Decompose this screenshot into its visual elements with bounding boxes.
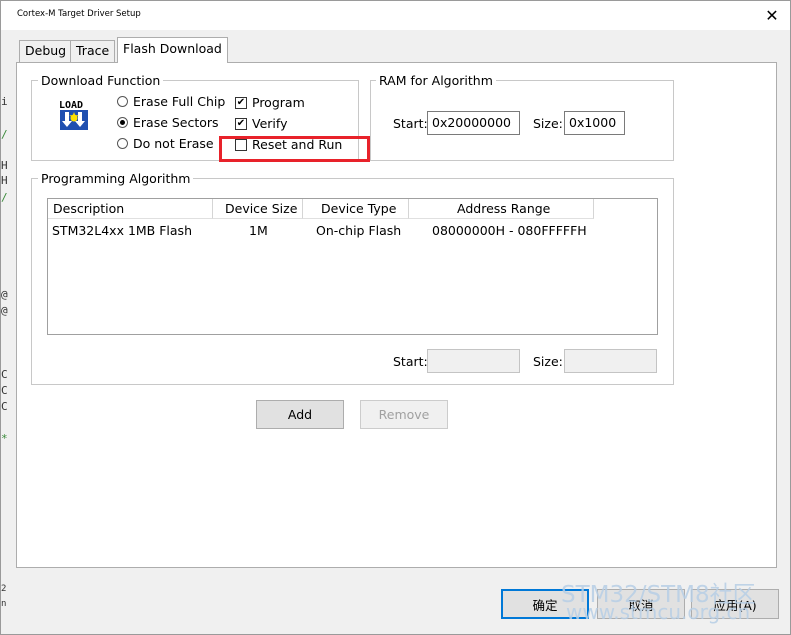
- column-header-device-type[interactable]: Device Type: [303, 199, 409, 219]
- title-bar: Cortex-M Target Driver Setup ✕: [1, 1, 790, 30]
- programming-algorithm-legend: Programming Algorithm: [38, 171, 194, 186]
- row-device-size: 1M: [249, 223, 268, 238]
- highlight-box: [219, 136, 370, 162]
- add-button[interactable]: Add: [256, 400, 344, 429]
- background-text: /: [1, 128, 8, 141]
- background-text: @: [1, 288, 8, 301]
- table-row[interactable]: STM32L4xx 1MB Flash 1M On-chip Flash 080…: [48, 221, 657, 240]
- row-description: STM32L4xx 1MB Flash: [52, 223, 192, 238]
- algorithm-start-input[interactable]: [427, 349, 520, 373]
- tab-flash-download[interactable]: Flash Download: [117, 37, 228, 63]
- erase-sectors-label[interactable]: Erase Sectors: [133, 115, 219, 130]
- row-device-type: On-chip Flash: [316, 223, 402, 238]
- download-function-legend: Download Function: [38, 73, 164, 88]
- background-text: 2: [1, 584, 7, 594]
- check-mark-icon: ✔: [236, 97, 246, 108]
- ram-start-input[interactable]: 0x20000000: [427, 111, 520, 135]
- background-text: /: [1, 191, 8, 204]
- program-label[interactable]: Program: [252, 95, 305, 110]
- close-button[interactable]: ✕: [761, 4, 783, 26]
- erase-full-chip-radio[interactable]: [117, 96, 128, 107]
- background-text: i: [1, 95, 8, 108]
- erase-sectors-radio[interactable]: [117, 117, 128, 128]
- column-header-address-range[interactable]: Address Range: [409, 199, 594, 219]
- window-title: Cortex-M Target Driver Setup: [17, 9, 141, 19]
- background-text: H: [1, 159, 8, 172]
- ram-size-label: Size:: [533, 116, 563, 131]
- ram-for-algorithm-legend: RAM for Algorithm: [376, 73, 496, 88]
- dialog-window: Cortex-M Target Driver Setup ✕ i / H H /…: [0, 0, 791, 635]
- background-text: C: [1, 384, 8, 397]
- verify-label[interactable]: Verify: [252, 116, 287, 131]
- do-not-erase-label[interactable]: Do not Erase: [133, 136, 214, 151]
- remove-button[interactable]: Remove: [360, 400, 448, 429]
- erase-full-chip-label[interactable]: Erase Full Chip: [133, 94, 225, 109]
- background-text: *: [1, 432, 8, 445]
- tab-debug[interactable]: Debug: [19, 40, 73, 62]
- algorithm-size-label: Size:: [533, 354, 563, 369]
- column-header-device-size[interactable]: Device Size: [213, 199, 303, 219]
- close-icon: ✕: [765, 5, 779, 25]
- algorithm-list[interactable]: Description Device Size Device Type Addr…: [47, 198, 658, 335]
- background-text: C: [1, 368, 8, 381]
- background-text: n: [1, 599, 7, 609]
- background-text: H: [1, 174, 8, 187]
- tab-trace[interactable]: Trace: [70, 40, 116, 62]
- flash-download-panel: Download Function LOAD Erase Full Chip E…: [16, 62, 777, 568]
- row-address-range: 08000000H - 080FFFFFH: [432, 223, 587, 238]
- do-not-erase-radio[interactable]: [117, 138, 128, 149]
- program-checkbox[interactable]: ✔: [235, 97, 247, 109]
- load-icon: LOAD: [58, 98, 90, 132]
- algorithm-size-input[interactable]: [564, 349, 657, 373]
- ram-start-label: Start:: [393, 116, 428, 131]
- background-text: @: [1, 304, 8, 317]
- watermark-url: www.stmcu.org.cn: [566, 600, 751, 624]
- check-mark-icon: ✔: [236, 118, 246, 129]
- column-header-description[interactable]: Description: [48, 199, 213, 219]
- verify-checkbox[interactable]: ✔: [235, 118, 247, 130]
- background-text: C: [1, 400, 8, 413]
- ram-size-input[interactable]: 0x1000: [564, 111, 625, 135]
- algorithm-start-label: Start:: [393, 354, 428, 369]
- load-icon-text: LOAD: [59, 100, 83, 111]
